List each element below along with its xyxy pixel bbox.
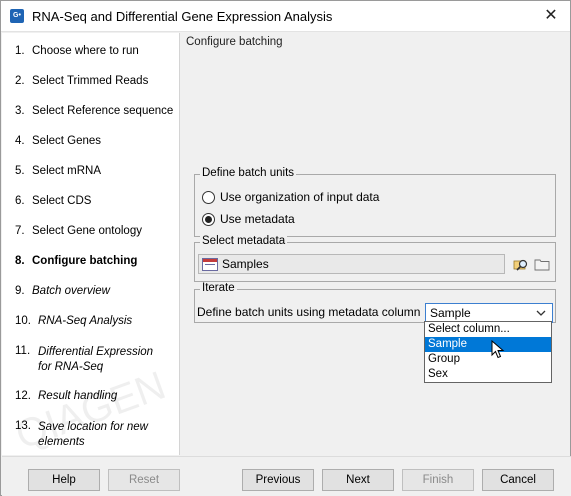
title-bar: G• RNA-Seq and Differential Gene Express… [1, 1, 570, 32]
dropdown-option-highlighted[interactable]: Sample [425, 337, 551, 352]
step-8-current: 8. Configure batching [15, 255, 137, 267]
step-label: Save location for new elements [38, 420, 148, 450]
dropdown-option[interactable]: Sex [425, 367, 551, 382]
dropdown-option[interactable]: Group [425, 352, 551, 367]
step-label: Select Gene ontology [32, 225, 142, 237]
step-label-line2: for RNA-Seq [38, 361, 104, 373]
window-title: RNA-Seq and Differential Gene Expression… [32, 9, 333, 24]
step-number: 8. [15, 255, 25, 267]
step-number: 12. [15, 390, 31, 402]
column-dropdown-list: Select column... Sample Group Sex [424, 321, 552, 383]
radio-use-organization[interactable]: Use organization of input data [202, 190, 379, 204]
step-number: 6. [15, 195, 25, 207]
step-11: 11. Differential Expression for RNA-Seq [15, 345, 153, 375]
section-title: Configure batching [186, 36, 283, 48]
batch-units-group: Define batch units Use organization of i… [194, 167, 556, 237]
dropdown-option[interactable]: Select column... [425, 322, 551, 337]
reset-button[interactable]: Reset [108, 469, 180, 491]
step-label: Configure batching [32, 255, 138, 267]
previous-button[interactable]: Previous [242, 469, 314, 491]
step-number: 1. [15, 45, 25, 57]
wizard-steps-sidebar: QIAGEN 1. Choose where to run 2. Select Tr… [2, 33, 180, 455]
step-5: 5. Select mRNA [15, 165, 101, 177]
step-number: 2. [15, 75, 25, 87]
iterate-label: Define batch units using metadata column [197, 305, 421, 319]
step-label: Select mRNA [32, 165, 102, 177]
metadata-field[interactable]: Samples [198, 254, 505, 274]
step-label: RNA-Seq Analysis [38, 315, 133, 327]
step-3: 3. Select Reference sequence [15, 105, 173, 117]
chevron-down-icon [536, 310, 546, 316]
step-label: Choose where to run [32, 45, 139, 57]
main-panel: Configure batching Define batch units Us… [181, 33, 570, 455]
step-number: 7. [15, 225, 25, 237]
find-in-folder-icon[interactable] [513, 256, 529, 272]
step-7: 7. Select Gene ontology [15, 225, 142, 237]
radio-button-checked[interactable] [202, 212, 215, 226]
step-number: 11. [15, 345, 31, 357]
next-button[interactable]: Next [322, 469, 394, 491]
close-icon[interactable]: ✕ [538, 4, 564, 28]
step-number: 10. [15, 315, 31, 327]
step-13: 13. Save location for new elements [15, 420, 148, 450]
step-label-line1: Save location for new [38, 421, 148, 433]
step-label: Select Reference sequence [32, 105, 174, 117]
step-1: 1. Choose where to run [15, 45, 139, 57]
radio-button[interactable] [202, 190, 215, 204]
metadata-value: Samples [222, 257, 269, 271]
folder-icon[interactable] [534, 257, 550, 271]
step-number: 13. [15, 420, 31, 432]
step-label: Select Trimmed Reads [32, 75, 149, 87]
step-6: 6. Select CDS [15, 195, 91, 207]
step-4: 4. Select Genes [15, 135, 101, 147]
dialog-window: G• RNA-Seq and Differential Gene Express… [0, 0, 571, 496]
metadata-column-select[interactable]: Sample [425, 303, 553, 323]
select-metadata-legend: Select metadata [200, 235, 288, 247]
step-label-line2: elements [38, 436, 85, 448]
metadata-table-icon [202, 257, 218, 271]
step-number: 9. [15, 285, 25, 297]
help-button[interactable]: Help [28, 469, 100, 491]
button-bar: Help Reset Previous Next Finish Cancel [2, 456, 571, 496]
select-value: Sample [430, 306, 471, 320]
iterate-legend: Iterate [200, 282, 237, 294]
step-label: Result handling [38, 390, 118, 402]
iterate-group: Iterate Define batch units using metadat… [194, 282, 556, 323]
batch-units-legend: Define batch units [200, 167, 297, 179]
app-icon: G• [10, 9, 24, 23]
step-label: Differential Expression for RNA-Seq [38, 345, 153, 375]
radio-label: Use organization of input data [220, 190, 380, 204]
cancel-button[interactable]: Cancel [482, 469, 554, 491]
step-label-line1: Differential Expression [38, 346, 154, 358]
step-label: Batch overview [32, 285, 110, 297]
step-2: 2. Select Trimmed Reads [15, 75, 148, 87]
step-label: Select CDS [32, 195, 92, 207]
step-12: 12. Result handling [15, 390, 117, 402]
step-9: 9. Batch overview [15, 285, 110, 297]
finish-button[interactable]: Finish [402, 469, 474, 491]
step-number: 5. [15, 165, 25, 177]
select-metadata-group: Select metadata Samples [194, 235, 556, 282]
step-number: 3. [15, 105, 25, 117]
mouse-cursor-icon [491, 340, 505, 359]
radio-label: Use metadata [220, 212, 295, 226]
step-label: Select Genes [32, 135, 102, 147]
step-10: 10. RNA-Seq Analysis [15, 315, 132, 327]
step-number: 4. [15, 135, 25, 147]
radio-use-metadata[interactable]: Use metadata [202, 212, 295, 226]
